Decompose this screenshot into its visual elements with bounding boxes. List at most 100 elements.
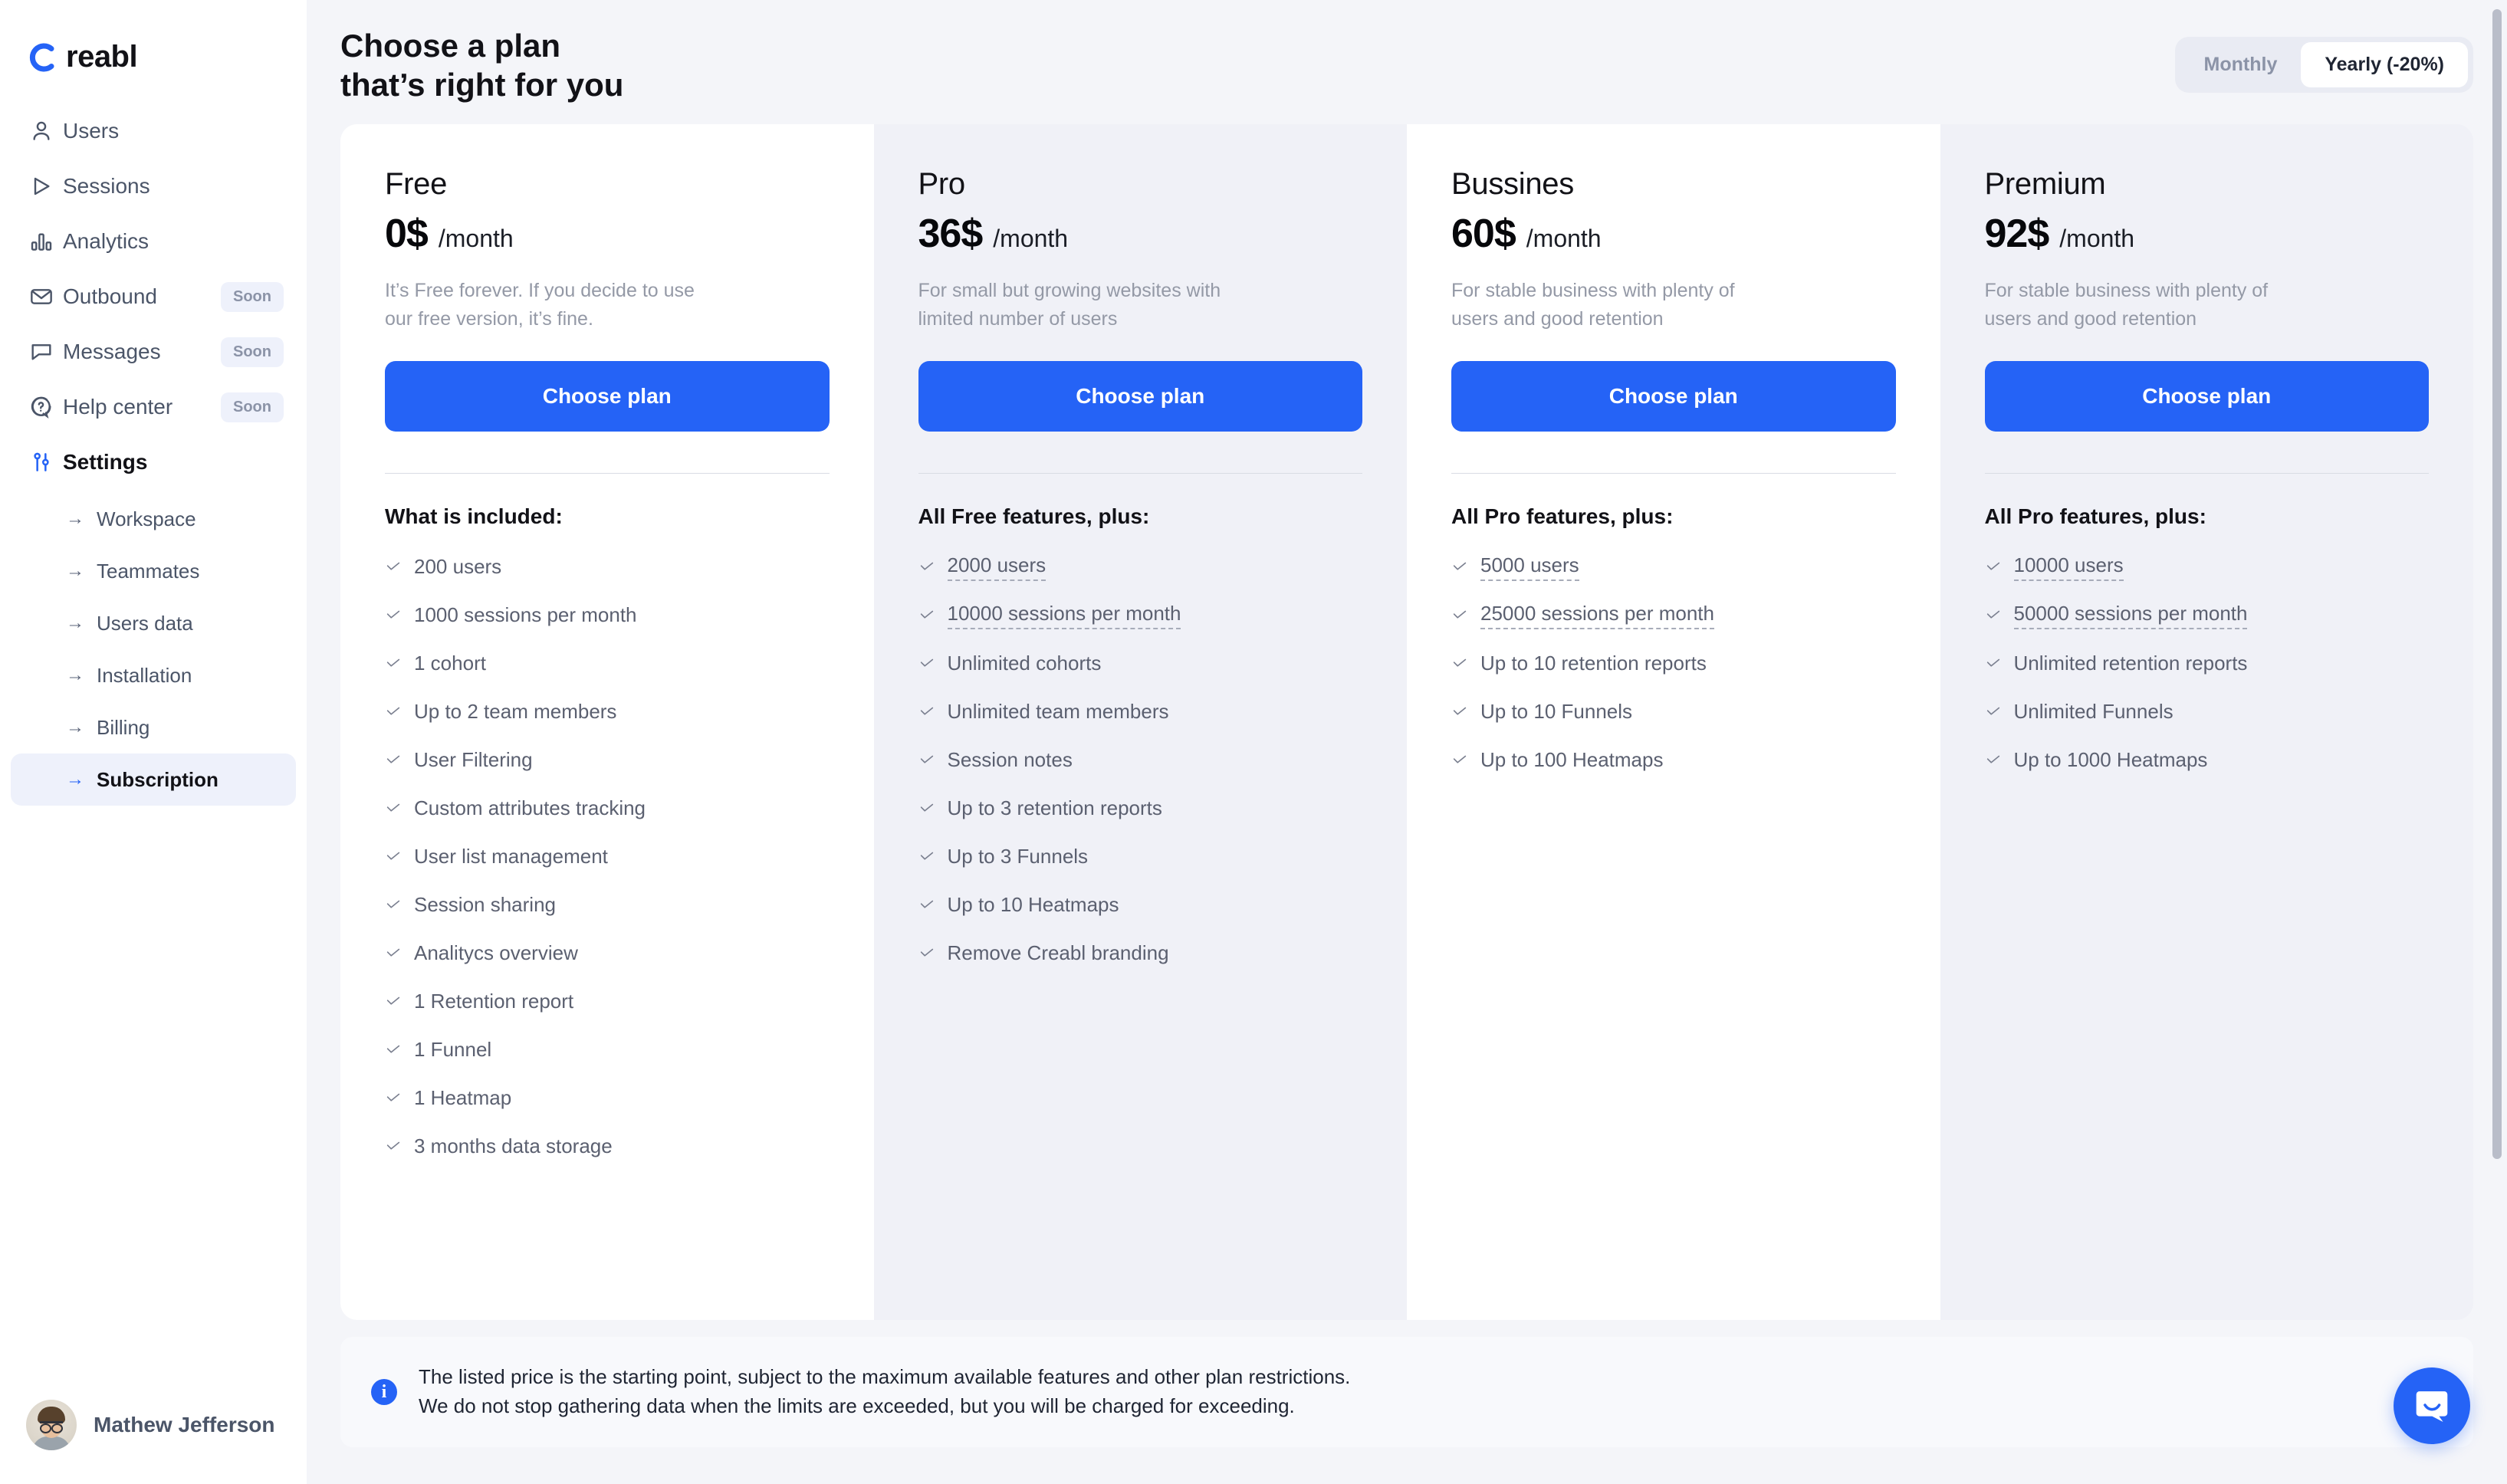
- user-icon: [29, 119, 63, 143]
- scrollbar-thumb[interactable]: [2492, 9, 2502, 1159]
- feature-text: 1 Heatmap: [414, 1086, 512, 1110]
- sidebar-item-teammates[interactable]: → Teammates: [11, 545, 296, 597]
- plan-price: 92$: [1984, 212, 2050, 257]
- sidebar-item-installation[interactable]: → Installation: [11, 649, 296, 701]
- toggle-yearly[interactable]: Yearly (-20%): [2301, 42, 2468, 87]
- feature-text: Up to 2 team members: [414, 700, 617, 724]
- feature-text[interactable]: 50000 sessions per month: [2013, 602, 2248, 629]
- sidebar-item-billing[interactable]: → Billing: [11, 701, 296, 753]
- plan-price: 36$: [918, 212, 984, 257]
- billing-period-toggle[interactable]: Monthly Yearly (-20%): [2174, 37, 2473, 93]
- plan-name: Free: [385, 167, 448, 202]
- primary-nav: Users Sessions Analytics Outbound Soon M…: [0, 103, 307, 806]
- sliders-icon: [29, 450, 63, 474]
- feature-text: Custom attributes tracking: [414, 796, 646, 820]
- check-icon: [1985, 752, 2002, 769]
- feature-item: Up to 10 retention reports: [1451, 639, 1896, 688]
- feature-item[interactable]: 50000 sessions per month: [1985, 591, 2430, 639]
- feature-item[interactable]: 10000 users: [1985, 543, 2430, 591]
- choose-plan-button[interactable]: Choose plan: [918, 361, 1362, 432]
- feature-text[interactable]: 25000 sessions per month: [1480, 602, 1714, 629]
- choose-plan-button[interactable]: Choose plan: [1451, 361, 1896, 432]
- feature-text: Session sharing: [414, 893, 556, 917]
- brand-logo[interactable]: reabl: [0, 0, 307, 74]
- feature-text: User list management: [414, 845, 608, 868]
- check-icon: [385, 704, 402, 721]
- feature-item: 1 cohort: [385, 639, 830, 688]
- page-title-line2: that’s right for you: [340, 67, 624, 103]
- feature-item: User Filtering: [385, 736, 830, 784]
- feature-item: Up to 3 retention reports: [918, 784, 1363, 832]
- features-title: All Pro features, plus:: [1451, 504, 1674, 529]
- sidebar-subitem-label: Users data: [97, 611, 193, 635]
- feature-item[interactable]: 25000 sessions per month: [1451, 591, 1896, 639]
- feature-list: 2000 users 10000 sessions per month Unli…: [918, 543, 1363, 977]
- plan-name: Premium: [1984, 167, 2106, 202]
- notice-text: The listed price is the starting point, …: [419, 1363, 1350, 1420]
- vertical-scrollbar[interactable]: [2492, 8, 2502, 1476]
- feature-list: 200 users 1000 sessions per month 1 coho…: [385, 543, 830, 1170]
- price-notice: i The listed price is the starting point…: [340, 1337, 2473, 1447]
- choose-plan-button[interactable]: Choose plan: [385, 361, 830, 432]
- page-title-line1: Choose a plan: [340, 28, 561, 64]
- feature-text: 1000 sessions per month: [414, 603, 637, 627]
- feature-item[interactable]: 2000 users: [918, 543, 1363, 591]
- plan-card-premium: Premium 92$ /month For stable business w…: [1940, 124, 2473, 1321]
- choose-plan-button[interactable]: Choose plan: [1984, 361, 2429, 432]
- plan-card-bussines: Bussines 60$ /month For stable business …: [1407, 124, 1940, 1321]
- feature-item[interactable]: 10000 sessions per month: [918, 591, 1363, 639]
- feature-text[interactable]: 5000 users: [1480, 553, 1579, 581]
- sidebar-item-subscription[interactable]: → Subscription: [11, 753, 296, 806]
- plan-card-free: Free 0$ /month It’s Free forever. If you…: [340, 124, 874, 1321]
- plan-description: It’s Free forever. If you decide to use …: [385, 280, 695, 330]
- feature-text: Unlimited team members: [947, 700, 1169, 724]
- chat-launcher-button[interactable]: [2394, 1367, 2470, 1444]
- feature-text: 200 users: [414, 555, 502, 579]
- feature-item: 1 Retention report: [385, 977, 830, 1026]
- sidebar-item-outbound[interactable]: Outbound Soon: [11, 269, 296, 324]
- check-icon: [385, 897, 402, 914]
- feature-item: 3 months data storage: [385, 1122, 830, 1170]
- feature-text: 1 Retention report: [414, 990, 574, 1013]
- feature-item[interactable]: 5000 users: [1451, 543, 1896, 591]
- user-name: Mathew Jefferson: [94, 1413, 275, 1436]
- check-icon: [385, 559, 402, 576]
- feature-text: 1 cohort: [414, 652, 486, 675]
- sidebar-item-users[interactable]: Users: [11, 103, 296, 159]
- check-icon: [1985, 704, 2002, 721]
- feature-item: User list management: [385, 832, 830, 881]
- feature-text[interactable]: 2000 users: [947, 553, 1046, 581]
- plan-description: For small but growing websites with limi…: [918, 280, 1221, 330]
- feature-item: Analitycs overview: [385, 929, 830, 977]
- sidebar-item-analytics[interactable]: Analytics: [11, 214, 296, 269]
- sidebar-item-workspace[interactable]: → Workspace: [11, 493, 296, 545]
- feature-text: Analitycs overview: [414, 941, 578, 965]
- feature-text[interactable]: 10000 users: [2013, 553, 2124, 581]
- feature-text[interactable]: 10000 sessions per month: [947, 602, 1181, 629]
- sidebar-item-users-data[interactable]: → Users data: [11, 597, 296, 649]
- check-icon: [918, 704, 935, 721]
- feature-item: Custom attributes tracking: [385, 784, 830, 832]
- plan-price: 60$: [1451, 212, 1516, 257]
- feature-item: Remove Creabl branding: [918, 929, 1363, 977]
- brand-name: reabl: [66, 40, 138, 74]
- sidebar-subitem-label: Workspace: [97, 507, 196, 530]
- toggle-monthly[interactable]: Monthly: [2180, 42, 2302, 87]
- feature-text: Up to 10 Funnels: [1480, 700, 1633, 724]
- sidebar-item-sessions[interactable]: Sessions: [11, 159, 296, 214]
- feature-text: Up to 100 Heatmaps: [1480, 748, 1664, 772]
- sidebar-item-help-center[interactable]: Help center Soon: [11, 379, 296, 435]
- feature-text: Remove Creabl branding: [947, 941, 1169, 965]
- user-profile[interactable]: Mathew Jefferson: [26, 1400, 275, 1450]
- feature-item: Unlimited Funnels: [1985, 688, 2430, 736]
- check-icon: [918, 559, 935, 576]
- plan-card-pro: Pro 36$ /month For small but growing web…: [873, 124, 1407, 1321]
- arrow-right-icon: →: [66, 612, 84, 633]
- sidebar-item-settings[interactable]: Settings: [11, 435, 296, 490]
- card-divider: [918, 473, 1362, 474]
- sidebar-item-messages[interactable]: Messages Soon: [11, 324, 296, 379]
- card-divider: [385, 473, 830, 474]
- notice-line-1: The listed price is the starting point, …: [419, 1365, 1351, 1389]
- feature-text: Up to 10 Heatmaps: [947, 893, 1119, 917]
- plan-price: 0$: [385, 212, 429, 257]
